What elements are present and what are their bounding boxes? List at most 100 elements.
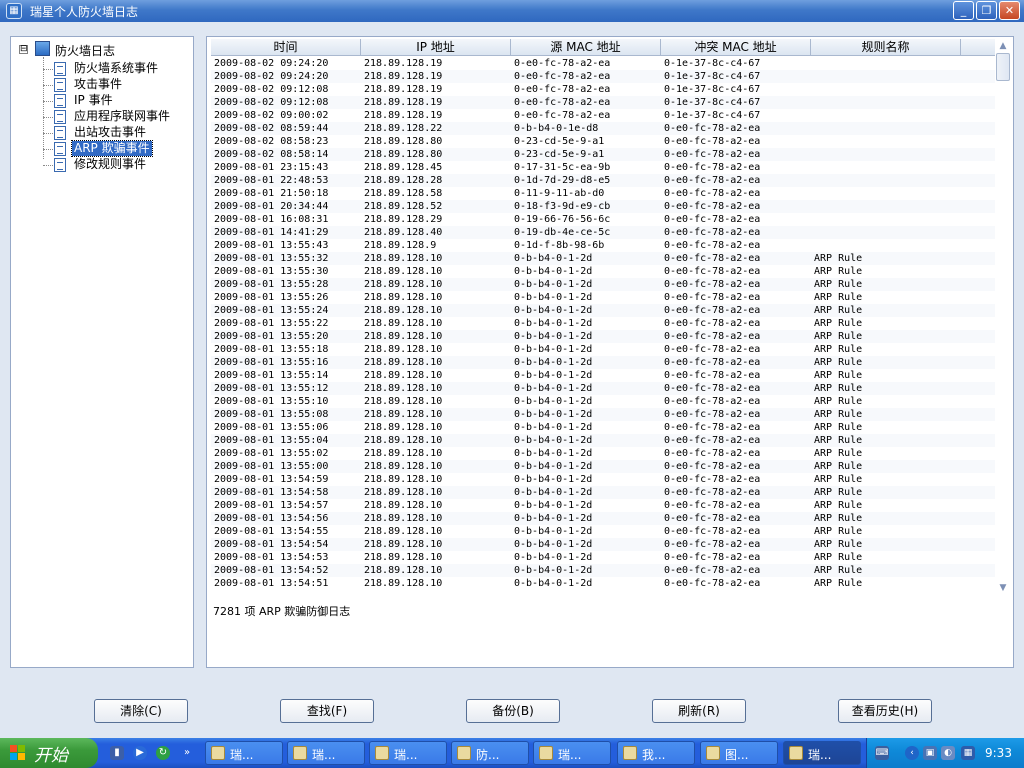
table-row[interactable]: 2009-08-01 13:55:16 218.89.128.10 0-b-b4-0… <box>211 356 995 369</box>
table-row[interactable]: 2009-08-01 13:55:04 218.89.128.10 0-b-b4-0… <box>211 434 995 447</box>
table-row[interactable]: 2009-08-01 13:55:06 218.89.128.10 0-b-b4-0… <box>211 421 995 434</box>
table-row[interactable]: 2009-08-01 22:48:53 218.89.128.28 0-1d-7d-… <box>211 174 995 187</box>
cell-time: 2009-08-01 13:55:04 <box>214 435 329 446</box>
taskbar-window-button[interactable]: 瑞... <box>783 741 861 765</box>
table-row[interactable]: 2009-08-01 13:54:59 218.89.128.10 0-b-b4-0… <box>211 473 995 486</box>
taskbar-window-button[interactable]: 图... <box>700 741 778 765</box>
tree-item[interactable]: 应用程序联网事件 <box>43 109 191 125</box>
cell-time: 2009-08-01 13:55:24 <box>214 305 329 316</box>
cell-ip: 218.89.128.10 <box>364 526 443 537</box>
cell-conflict-mac: 0-e0-fc-78-a2-ea <box>664 487 761 498</box>
taskbar-window-button[interactable]: 瑞... <box>287 741 365 765</box>
table-row[interactable]: 2009-08-01 13:55:08 218.89.128.10 0-b-b4-0… <box>211 408 995 421</box>
view-history-button[interactable]: 查看历史(H) <box>838 699 932 723</box>
table-row[interactable]: 2009-08-01 13:54:57 218.89.128.10 0-b-b4-0… <box>211 499 995 512</box>
tree-item[interactable]: 出站攻击事件 <box>43 125 191 141</box>
scroll-thumb[interactable] <box>996 53 1010 81</box>
table-row[interactable]: 2009-08-01 13:54:56 218.89.128.10 0-b-b4-0… <box>211 512 995 525</box>
taskbar-window-button[interactable]: 瑞... <box>369 741 447 765</box>
cell-conflict-mac: 0-e0-fc-78-a2-ea <box>664 162 761 173</box>
table-row[interactable]: 2009-08-01 13:55:10 218.89.128.10 0-b-b4-0… <box>211 395 995 408</box>
quicklaunch-refresh-icon[interactable]: ↻ <box>156 746 170 760</box>
table-row[interactable]: 2009-08-01 13:55:20 218.89.128.10 0-b-b4-0… <box>211 330 995 343</box>
table-row[interactable]: 2009-08-02 08:59:44 218.89.128.22 0-b-b4-0… <box>211 122 995 135</box>
table-row[interactable]: 2009-08-01 13:55:24 218.89.128.10 0-b-b4-0… <box>211 304 995 317</box>
table-row[interactable]: 2009-08-02 09:24:20 218.89.128.19 0-e0-fc-… <box>211 70 995 83</box>
table-row[interactable]: 2009-08-02 09:00:02 218.89.128.19 0-e0-fc-… <box>211 109 995 122</box>
taskbar-window-button[interactable]: 瑞... <box>205 741 283 765</box>
tree-item[interactable]: ARP 欺骗事件 <box>43 140 191 157</box>
search-button[interactable]: 查找(F) <box>280 699 374 723</box>
window-title: 瑞星个人防火墙日志 <box>30 5 139 19</box>
table-row[interactable]: 2009-08-01 23:15:43 218.89.128.45 0-17-31-… <box>211 161 995 174</box>
table-row[interactable]: 2009-08-02 09:12:08 218.89.128.19 0-e0-fc-… <box>211 96 995 109</box>
table-row[interactable]: 2009-08-01 13:54:51 218.89.128.10 0-b-b4-0… <box>211 577 995 590</box>
table-row[interactable]: 2009-08-01 13:54:58 218.89.128.10 0-b-b4-0… <box>211 486 995 499</box>
table-row[interactable]: 2009-08-01 13:54:55 218.89.128.10 0-b-b4-0… <box>211 525 995 538</box>
taskbar-window-button[interactable]: 瑞... <box>533 741 611 765</box>
table-row[interactable]: 2009-08-01 13:55:02 218.89.128.10 0-b-b4-0… <box>211 447 995 460</box>
column-header-ip[interactable]: IP 地址 <box>361 39 511 56</box>
close-button[interactable]: ✕ <box>999 1 1020 20</box>
table-row[interactable]: 2009-08-01 13:55:32 218.89.128.10 0-b-b4-0… <box>211 252 995 265</box>
table-row[interactable]: 2009-08-01 21:50:18 218.89.128.58 0-11-9-1… <box>211 187 995 200</box>
collapse-toggle-icon[interactable]: ⊟ <box>19 45 28 54</box>
tray-network-icon[interactable]: ▣ <box>923 746 937 760</box>
taskbar-window-button[interactable]: 防... <box>451 741 529 765</box>
cell-source-mac: 0-b-b4-0-1-2d <box>514 487 593 498</box>
scroll-down-arrow-icon[interactable]: ▼ <box>995 581 1011 595</box>
column-header-conflict-mac[interactable]: 冲突 MAC 地址 <box>661 39 811 56</box>
table-row[interactable]: 2009-08-01 13:55:00 218.89.128.10 0-b-b4-0… <box>211 460 995 473</box>
tree-item[interactable]: 修改规则事件 <box>43 157 191 173</box>
vertical-scrollbar[interactable]: ▲ ▼ <box>995 39 1011 597</box>
table-row[interactable]: 2009-08-01 13:55:12 218.89.128.10 0-b-b4-0… <box>211 382 995 395</box>
table-row[interactable]: 2009-08-02 09:24:20 218.89.128.19 0-e0-fc-… <box>211 57 995 70</box>
minimize-button[interactable]: _ <box>953 1 974 20</box>
table-row[interactable]: 2009-08-01 13:55:26 218.89.128.10 0-b-b4-0… <box>211 291 995 304</box>
table-row[interactable]: 2009-08-01 13:55:18 218.89.128.10 0-b-b4-0… <box>211 343 995 356</box>
column-header-rule-name[interactable]: 规则名称 <box>811 39 961 56</box>
tree-item[interactable]: 攻击事件 <box>43 77 191 93</box>
table-row[interactable]: 2009-08-01 14:41:29 218.89.128.40 0-19-db-… <box>211 226 995 239</box>
tree-item[interactable]: 防火墙系统事件 <box>43 61 191 77</box>
title-bar[interactable]: ▦ 瑞星个人防火墙日志 _ ❐ ✕ <box>0 0 1024 22</box>
maximize-button[interactable]: ❐ <box>976 1 997 20</box>
table-row[interactable]: 2009-08-01 20:34:44 218.89.128.52 0-18-f3-… <box>211 200 995 213</box>
table-row[interactable]: 2009-08-01 13:55:22 218.89.128.10 0-b-b4-0… <box>211 317 995 330</box>
cell-ip: 218.89.128.10 <box>364 396 443 407</box>
cell-rule-name <box>814 239 960 252</box>
cell-time: 2009-08-01 22:48:53 <box>214 175 329 186</box>
clear-button[interactable]: 清除(C) <box>94 699 188 723</box>
start-button[interactable]: 开始 <box>0 738 98 768</box>
scroll-up-arrow-icon[interactable]: ▲ <box>995 39 1011 53</box>
table-row[interactable]: 2009-08-02 08:58:23 218.89.128.80 0-23-cd-… <box>211 135 995 148</box>
backup-button[interactable]: 备份(B) <box>466 699 560 723</box>
taskbar-window-button[interactable]: 我... <box>617 741 695 765</box>
table-row[interactable]: 2009-08-01 13:54:53 218.89.128.10 0-b-b4-0… <box>211 551 995 564</box>
tray-firewall-icon[interactable]: ▦ <box>961 746 975 760</box>
table-row[interactable]: 2009-08-01 16:08:31 218.89.128.29 0-19-66-… <box>211 213 995 226</box>
table-row[interactable]: 2009-08-01 13:54:54 218.89.128.10 0-b-b4-0… <box>211 538 995 551</box>
table-row[interactable]: 2009-08-01 13:55:43 218.89.128.9 0-1d-f-8b… <box>211 239 995 252</box>
cell-source-mac: 0-b-b4-0-1-2d <box>514 578 593 589</box>
table-row[interactable]: 2009-08-01 13:55:30 218.89.128.10 0-b-b4-0… <box>211 265 995 278</box>
cell-conflict-mac: 0-e0-fc-78-a2-ea <box>664 123 761 134</box>
table-row[interactable]: 2009-08-01 13:54:52 218.89.128.10 0-b-b4-0… <box>211 564 995 577</box>
tray-keyboard-icon[interactable]: ⌨ <box>875 746 889 760</box>
refresh-button[interactable]: 刷新(R) <box>652 699 746 723</box>
tray-collapse-arrow-icon[interactable]: ‹ <box>905 746 919 760</box>
table-row[interactable]: 2009-08-02 09:12:08 218.89.128.19 0-e0-fc-… <box>211 83 995 96</box>
quicklaunch-overflow-icon[interactable]: » <box>180 746 194 760</box>
column-header-source-mac[interactable]: 源 MAC 地址 <box>511 39 661 56</box>
tree-item[interactable]: IP 事件 <box>43 93 191 109</box>
table-row[interactable]: 2009-08-02 08:58:14 218.89.128.80 0-23-cd-… <box>211 148 995 161</box>
column-header-time[interactable]: 时间 <box>211 39 361 56</box>
table-row[interactable]: 2009-08-01 13:55:14 218.89.128.10 0-b-b4-0… <box>211 369 995 382</box>
cell-source-mac: 0-b-b4-0-1-2d <box>514 370 593 381</box>
quicklaunch-files-icon[interactable]: ▮ <box>110 746 124 760</box>
table-row[interactable]: 2009-08-01 13:55:28 218.89.128.10 0-b-b4-0… <box>211 278 995 291</box>
tray-volume-icon[interactable]: ◐ <box>941 746 955 760</box>
quicklaunch-media-player-icon[interactable]: ▶ <box>133 746 147 760</box>
cell-rule-name <box>814 96 960 109</box>
task-window-icon <box>375 746 389 760</box>
